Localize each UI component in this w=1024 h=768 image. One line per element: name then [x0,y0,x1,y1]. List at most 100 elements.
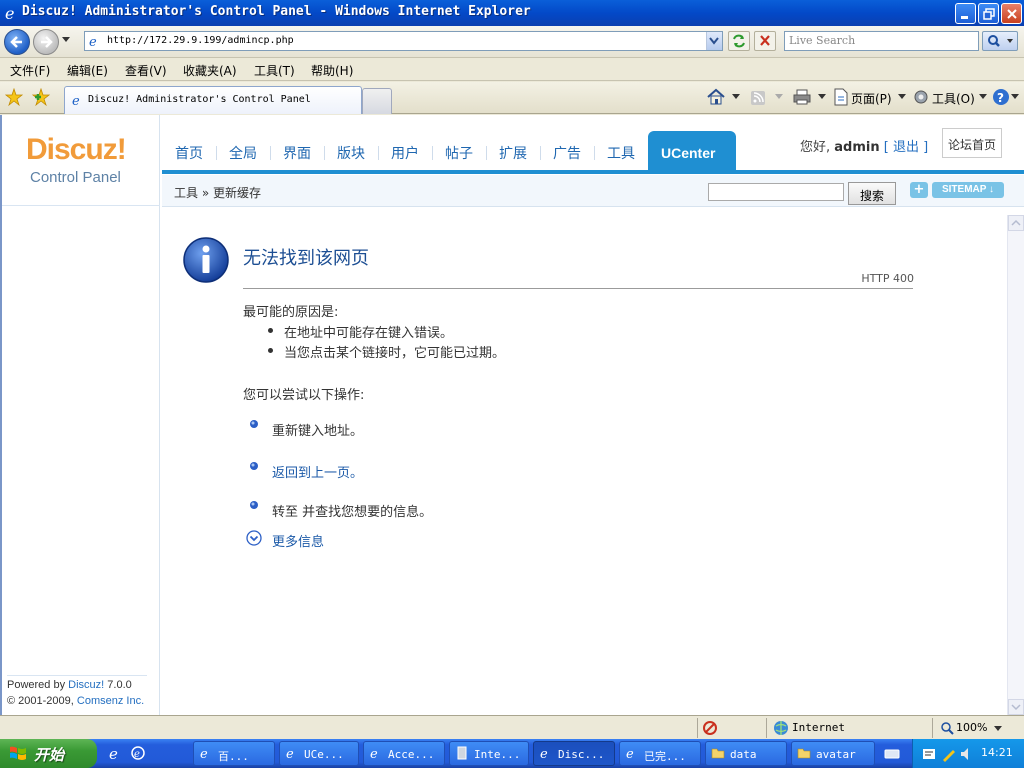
discuz-logo[interactable]: Discuz! [26,133,127,167]
bullet-icon [250,420,258,428]
ie-icon: e [286,747,294,760]
nav-forums[interactable]: 版块 [337,143,365,163]
more-info-link[interactable]: 更多信息 [272,531,324,550]
menu-view[interactable]: 查看(V) [125,62,167,79]
help-dropdown-icon[interactable] [1011,94,1019,100]
ie-icon: e [540,747,548,760]
nav-interface[interactable]: 界面 [283,143,311,163]
tray-volume-icon[interactable] [959,746,975,762]
taskbar-item[interactable]: e UCe... [279,741,359,766]
expand-chevron-icon[interactable] [246,530,262,546]
back-arrow-icon [10,36,22,48]
nav-extensions[interactable]: 扩展 [499,143,527,163]
nav-users[interactable]: 用户 [391,143,419,163]
arrow-down-icon [1011,704,1021,711]
system-clock: 14:21 [981,746,1013,759]
windows-taskbar: 开始 e e e 百... e UCe... e Acce... Inte...… [0,739,1024,768]
close-window-button[interactable] [1001,3,1022,24]
print-dropdown-icon[interactable] [818,94,826,100]
window-title-bar[interactable]: e Discuz! Administrator's Control Panel … [0,0,1024,26]
refresh-button[interactable] [728,31,750,51]
svg-text:e: e [626,747,634,760]
forward-arrow-icon [41,36,53,48]
tools-dropdown-icon[interactable] [979,94,987,100]
page-menu-button[interactable]: 页面(P) [851,90,892,107]
nav-global[interactable]: 全局 [229,143,257,163]
quicklaunch-ie-icon[interactable]: e [108,745,124,761]
address-dropdown-button[interactable] [706,32,722,50]
comsenz-link[interactable]: Comsenz Inc. [77,695,144,707]
feeds-dropdown-icon[interactable] [775,94,783,100]
forward-button[interactable] [33,29,59,55]
zoom-dropdown-icon[interactable] [994,726,1002,732]
popup-blocker-icon[interactable] [702,720,718,736]
add-favorite-icon[interactable] [32,88,50,106]
quicklaunch-browser-icon[interactable]: e [130,745,146,761]
zoom-level[interactable]: 100% [956,721,987,734]
powered-by: Powered by Discuz! 7.0.0 [7,679,132,691]
page-viewport: Discuz! Control Panel Powered by Discuz!… [0,115,1024,715]
nav-home[interactable]: 首页 [175,143,203,163]
logout-link[interactable]: [ 退出 ] [884,140,928,155]
maximize-button[interactable] [978,3,999,24]
username: admin [834,140,880,155]
internet-zone-icon [774,721,788,735]
stop-icon [760,35,770,46]
page-dropdown-icon[interactable] [898,94,906,100]
nav-ads[interactable]: 广告 [553,143,581,163]
history-dropdown-icon[interactable] [61,36,71,44]
nav-tools[interactable]: 工具 [607,143,635,163]
taskbar-item[interactable]: Inte... [449,741,529,766]
vertical-scrollbar[interactable] [1007,215,1024,715]
menu-favorites[interactable]: 收藏夹(A) [183,62,237,79]
forum-home-button[interactable]: 论坛首页 [942,128,1002,158]
sidebar-footer-divider [7,675,147,676]
menu-help[interactable]: 帮助(H) [311,62,353,79]
svg-text:e: e [200,747,208,760]
go-back-link[interactable]: 返回到上一页。 [272,462,363,481]
arrow-down-icon: ↓ [989,184,995,195]
admin-search-button[interactable]: 搜索 [848,182,896,205]
tray-app-icon[interactable] [921,746,937,762]
home-dropdown-icon[interactable] [732,94,740,100]
tools-menu-button[interactable]: 工具(O) [932,90,975,107]
start-button[interactable]: 开始 [0,739,97,768]
live-search-input[interactable]: Live Search [784,31,979,51]
taskbar-item-active[interactable]: e Disc... [533,741,615,766]
tab-discuz-admin[interactable]: e Discuz! Administrator's Control Panel [64,86,362,114]
feeds-icon[interactable] [750,90,766,106]
stop-button[interactable] [754,31,776,51]
bullet-icon [250,462,258,470]
address-field[interactable]: e http://172.29.9.199/admincp.php [84,31,723,51]
scroll-up-button[interactable] [1008,215,1024,231]
new-tab-button[interactable] [362,88,392,114]
svg-text:e: e [72,94,80,107]
back-button[interactable] [4,29,30,55]
taskbar-item[interactable]: e 已完... [619,741,701,766]
menu-file[interactable]: 文件(F) [10,62,50,79]
help-icon[interactable]: ? [992,88,1010,106]
admin-search-input[interactable] [708,183,844,201]
live-search-button[interactable] [982,31,1018,51]
discuz-link[interactable]: Discuz! [68,679,104,691]
taskbar-item[interactable]: e 百... [193,741,275,766]
nav-ucenter[interactable]: UCenter [648,131,736,171]
tray-pen-icon[interactable] [941,746,957,762]
scroll-down-button[interactable] [1008,699,1024,715]
keyboard-icon[interactable] [884,747,900,761]
taskbar-item[interactable]: data [705,741,787,766]
add-shortcut-button[interactable]: + [910,182,928,198]
home-icon[interactable] [706,88,726,106]
taskbar-item[interactable]: avatar [791,741,875,766]
start-label: 开始 [34,746,65,764]
favorites-star-icon[interactable] [5,88,23,106]
sitemap-button[interactable]: SITEMAP ↓ [932,182,1004,198]
taskbar-item[interactable]: e Acce... [363,741,445,766]
menu-edit[interactable]: 编辑(E) [67,62,108,79]
gear-icon [914,90,928,104]
minimize-button[interactable] [955,3,976,24]
menu-tools[interactable]: 工具(T) [254,62,295,79]
refresh-icon [733,34,745,48]
print-icon[interactable] [792,88,812,106]
nav-posts[interactable]: 帖子 [445,143,473,163]
